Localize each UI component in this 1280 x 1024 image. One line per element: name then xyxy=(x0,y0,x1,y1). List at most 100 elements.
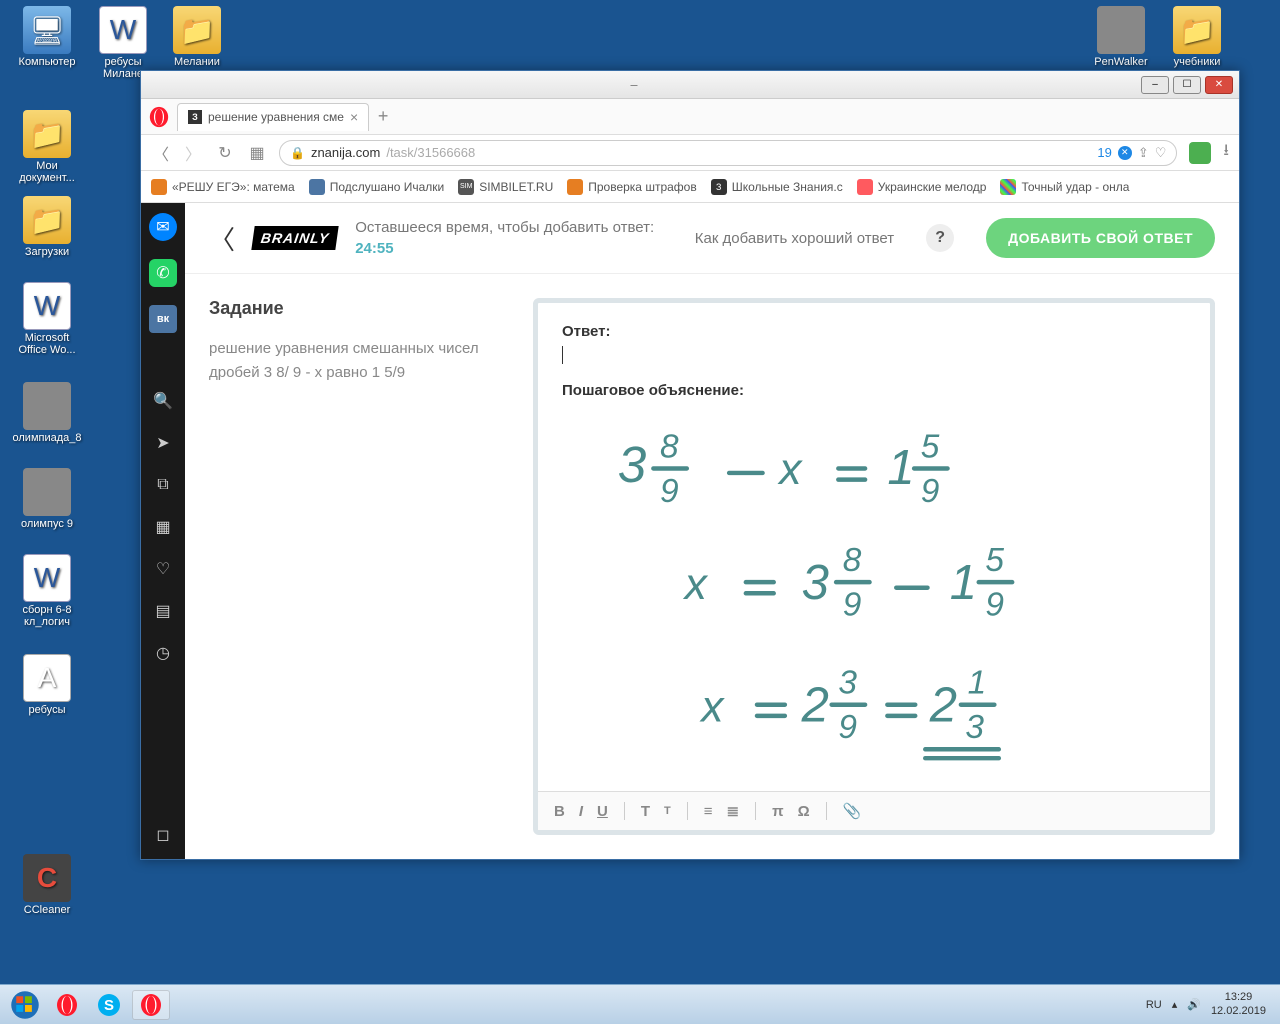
desktop-icon-word[interactable]: Wсборн 6-8 кл_логич xyxy=(10,554,84,628)
whatsapp-icon[interactable]: ✆ xyxy=(149,259,177,287)
heart-icon[interactable]: ♡ xyxy=(1155,145,1167,161)
answer-editor[interactable]: Ответ: Пошаговое объяснение: 3 8 9 xyxy=(538,303,1210,791)
page-content: 〈 BRAINLY Оставшееся время, чтобы добави… xyxy=(185,203,1239,859)
send-icon[interactable]: ➤ xyxy=(151,431,175,455)
close-button[interactable]: ✕ xyxy=(1205,76,1233,94)
start-button[interactable] xyxy=(6,990,44,1020)
desktop-icon-word[interactable]: WMicrosoft Office Wo... xyxy=(10,282,84,356)
explanation-label: Пошаговое объяснение: xyxy=(562,382,1186,399)
answer-box: Ответ: Пошаговое объяснение: 3 8 9 xyxy=(533,298,1215,835)
back-button[interactable]: 〈 xyxy=(151,141,171,165)
tab-favicon: З xyxy=(188,110,202,124)
svg-text:x: x xyxy=(699,683,725,732)
desktop-icon-downloads[interactable]: 📁Загрузки xyxy=(10,196,84,258)
opera-logo[interactable] xyxy=(141,99,177,135)
textsize-large-icon[interactable]: T xyxy=(641,803,650,820)
svg-text:9: 9 xyxy=(921,473,940,510)
bookmark-item[interactable]: SIMSIMBILET.RU xyxy=(458,179,553,195)
news-icon[interactable]: ▤ xyxy=(151,599,175,623)
help-text: Как добавить хороший ответ xyxy=(695,230,894,247)
close-tab-icon[interactable]: × xyxy=(350,109,358,125)
maximize-button[interactable]: ☐ xyxy=(1173,76,1201,94)
minimize-button[interactable]: – xyxy=(1141,76,1169,94)
taskbar-app-skype[interactable]: S xyxy=(90,990,128,1020)
add-answer-button[interactable]: ДОБАВИТЬ СВОЙ ОТВЕТ xyxy=(986,218,1215,258)
svg-text:3: 3 xyxy=(838,665,857,702)
tray-chevron-icon[interactable]: ▴ xyxy=(1172,998,1178,1011)
desktop-icon-computer[interactable]: 🖥Компьютер xyxy=(10,6,84,68)
taskbar-app-opera[interactable] xyxy=(48,990,86,1020)
tray-clock[interactable]: 13:29 12.02.2019 xyxy=(1211,991,1266,1017)
tray-language[interactable]: RU xyxy=(1146,999,1162,1011)
taskbar-app-opera-active[interactable] xyxy=(132,990,170,1020)
speed-dial-icon[interactable]: ▦ xyxy=(151,515,175,539)
icon-label: Мелании xyxy=(160,56,234,68)
help-icon[interactable]: ? xyxy=(926,224,954,252)
bookmark-item[interactable]: Украинские мелодр xyxy=(857,179,987,195)
extension-icon[interactable] xyxy=(1189,142,1211,164)
bullet-list-icon[interactable]: ≣ xyxy=(727,802,740,820)
icon-label: PenWalker xyxy=(1084,56,1158,68)
icon-label: Загрузки xyxy=(10,246,84,258)
messenger-icon[interactable]: ✉ xyxy=(149,213,177,241)
icon-label: Microsoft Office Wo... xyxy=(10,332,84,356)
svg-text:9: 9 xyxy=(660,473,679,510)
svg-text:5: 5 xyxy=(985,542,1004,579)
icon-label: олимпиада_8 xyxy=(10,432,84,444)
bookmark-item[interactable]: Подслушано Ичалки xyxy=(309,179,444,195)
timer-block: Оставшееся время, чтобы добавить ответ: … xyxy=(355,217,677,259)
svg-text:1: 1 xyxy=(950,556,977,610)
svg-text:x: x xyxy=(777,445,803,494)
menu-icon[interactable]: ⎯ xyxy=(631,76,638,93)
desktop-icon-folder[interactable]: 📁Мелании xyxy=(160,6,234,68)
desktop-icon-file[interactable]: Aребусы xyxy=(10,654,84,716)
forward-button[interactable]: 〉 xyxy=(183,141,203,165)
bold-icon[interactable]: B xyxy=(554,803,565,820)
desktop-icon-file[interactable]: олимпиада_8 xyxy=(10,382,84,444)
svg-text:9: 9 xyxy=(838,709,857,746)
address-bar[interactable]: 🔒 znanija.com/task/31566668 19 ✕ ⇪ ♡ xyxy=(279,140,1177,166)
bookmark-item[interactable]: Проверка штрафов xyxy=(567,179,696,195)
share-icon[interactable]: ⇪ xyxy=(1138,145,1149,161)
bookmark-item[interactable]: «РЕШУ ЕГЭ»: матема xyxy=(151,179,295,195)
back-chevron-icon[interactable]: 〈 xyxy=(209,220,235,257)
svg-text:8: 8 xyxy=(660,429,679,466)
window-titlebar[interactable]: ⎯ – ☐ ✕ xyxy=(141,71,1239,99)
heart-icon[interactable]: ♡ xyxy=(151,557,175,581)
italic-icon[interactable]: I xyxy=(579,803,583,820)
history-icon[interactable]: ◷ xyxy=(151,641,175,665)
new-tab-button[interactable]: + xyxy=(369,103,397,131)
tray-volume-icon[interactable]: 🔊 xyxy=(1187,998,1201,1011)
desktop-icon-documents[interactable]: 📁Мои документ... xyxy=(10,110,84,184)
brainly-header: 〈 BRAINLY Оставшееся время, чтобы добави… xyxy=(185,203,1239,274)
icon-label: Мои документ... xyxy=(10,160,84,184)
textsize-small-icon[interactable]: T xyxy=(664,805,671,817)
desktop-icon-ccleaner[interactable]: CCCleaner xyxy=(10,854,84,916)
bookmark-item[interactable]: ЗШкольные Знания.c xyxy=(711,179,843,195)
omega-icon[interactable]: Ω xyxy=(798,803,810,820)
collapse-icon[interactable]: ◻ xyxy=(151,823,175,847)
url-host: znanija.com xyxy=(311,145,380,160)
vk-icon[interactable]: вк xyxy=(149,305,177,333)
desktop-icon-word[interactable]: Wребусы Милане xyxy=(86,6,160,80)
numbered-list-icon[interactable]: ≡ xyxy=(704,803,713,820)
browser-tab[interactable]: З решение уравнения сме × xyxy=(177,103,369,131)
search-icon[interactable]: 🔍 xyxy=(151,389,175,413)
desktop-icon-folder[interactable]: 📁учебники xyxy=(1160,6,1234,68)
speed-dial-button[interactable]: ▦ xyxy=(247,143,267,163)
desktop-icon-file[interactable]: олимпус 9 xyxy=(10,468,84,530)
taskbar: S RU ▴ 🔊 13:29 12.02.2019 xyxy=(0,984,1280,1024)
underline-icon[interactable]: U xyxy=(597,803,608,820)
svg-text:1: 1 xyxy=(887,441,914,495)
snapshot-icon[interactable]: ⧉ xyxy=(151,473,175,497)
attachment-icon[interactable]: 📎 xyxy=(843,802,862,820)
brainly-logo[interactable]: BRAINLY xyxy=(251,226,339,250)
bookmark-item[interactable]: Точный удар - онла xyxy=(1000,179,1129,195)
svg-text:9: 9 xyxy=(985,587,1004,624)
download-icon[interactable]: ⭳ xyxy=(1223,139,1229,166)
svg-text:2: 2 xyxy=(929,679,957,733)
blocker-icon[interactable]: ✕ xyxy=(1118,146,1132,160)
desktop-icon-penwalker[interactable]: PenWalker xyxy=(1084,6,1158,68)
pi-icon[interactable]: π xyxy=(772,803,783,820)
reload-button[interactable]: ↻ xyxy=(215,143,235,163)
